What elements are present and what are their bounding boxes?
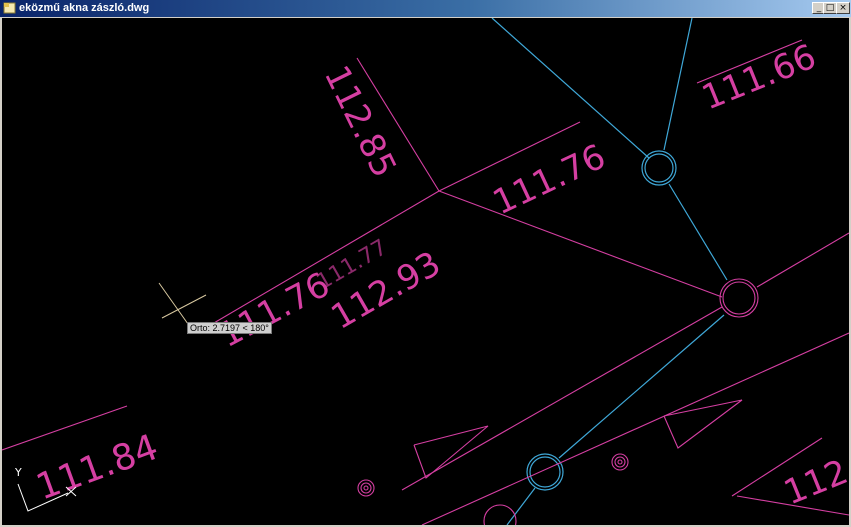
- ucs-y-label: Y: [14, 466, 22, 479]
- valve-symbol[interactable]: [357, 479, 375, 497]
- magenta-manhole[interactable]: [719, 278, 759, 318]
- valve-symbol-core: [617, 459, 623, 465]
- elevation-label: 111.84: [31, 427, 163, 509]
- magenta-line: [421, 332, 849, 525]
- cyan-pipe-line: [663, 18, 693, 151]
- cad-drawing: 112.85 111.76 111.66 111.76 112.93 111.7…: [2, 18, 849, 525]
- flow-arrow: [663, 399, 743, 449]
- ortho-tooltip: Orto: 2.7197 < 180°: [187, 322, 272, 334]
- magenta-line: [756, 232, 849, 288]
- drawing-file-icon: [3, 2, 16, 14]
- maximize-button[interactable]: □: [823, 2, 837, 14]
- cyan-manhole[interactable]: [526, 453, 564, 491]
- elevation-label: 111.76: [487, 137, 612, 224]
- valve-symbol-inner: [360, 482, 372, 494]
- elevation-label: 112.85: [316, 59, 404, 183]
- magenta-manhole[interactable]: [483, 504, 517, 525]
- title-bar[interactable]: eközmű akna zászló.dwg _ □ ×: [0, 0, 851, 17]
- valve-symbol[interactable]: [611, 453, 629, 471]
- valve-symbol-core: [363, 485, 369, 491]
- cyan-pipe-line: [506, 487, 536, 525]
- magenta-manhole-inner: [722, 281, 756, 315]
- cyan-pipe-line: [491, 18, 650, 159]
- elevation-label: 112: [778, 452, 849, 513]
- cad-window: eközmű akna zászló.dwg _ □ × 112.85 111.…: [0, 0, 851, 527]
- valve-symbol-inner: [614, 456, 626, 468]
- magenta-line: [438, 190, 723, 298]
- close-button[interactable]: ×: [836, 2, 850, 14]
- cyan-manhole-inner: [644, 153, 674, 183]
- flow-arrow: [413, 425, 489, 479]
- cyan-pipe-line: [668, 183, 728, 281]
- cyan-pipes: [491, 18, 728, 525]
- cyan-manhole[interactable]: [641, 150, 677, 186]
- crosshair-cursor: [158, 282, 207, 325]
- window-title: eközmű akna zászló.dwg: [19, 2, 150, 14]
- cyan-manhole-inner: [529, 456, 561, 488]
- drawing-canvas[interactable]: 112.85 111.76 111.66 111.76 112.93 111.7…: [2, 18, 849, 525]
- elevation-label: 111.66: [696, 37, 821, 119]
